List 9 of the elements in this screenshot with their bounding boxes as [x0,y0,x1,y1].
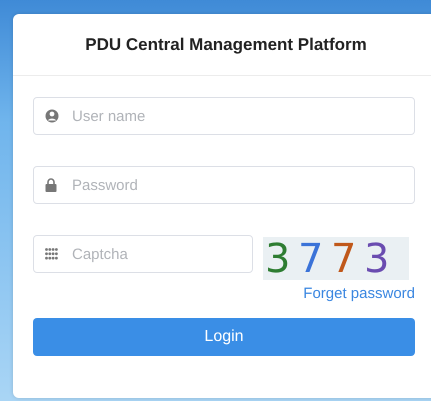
username-field[interactable]: User name [33,97,415,135]
password-field[interactable]: Password [33,166,415,204]
forget-password-link[interactable]: Forget password [303,285,415,302]
captcha-field[interactable]: Captcha [33,235,253,273]
user-icon [45,109,59,123]
grid-icon [45,248,58,260]
login-button[interactable]: Login [33,318,415,356]
platform-title: PDU Central Management Platform [13,14,431,76]
lock-icon [45,178,57,192]
